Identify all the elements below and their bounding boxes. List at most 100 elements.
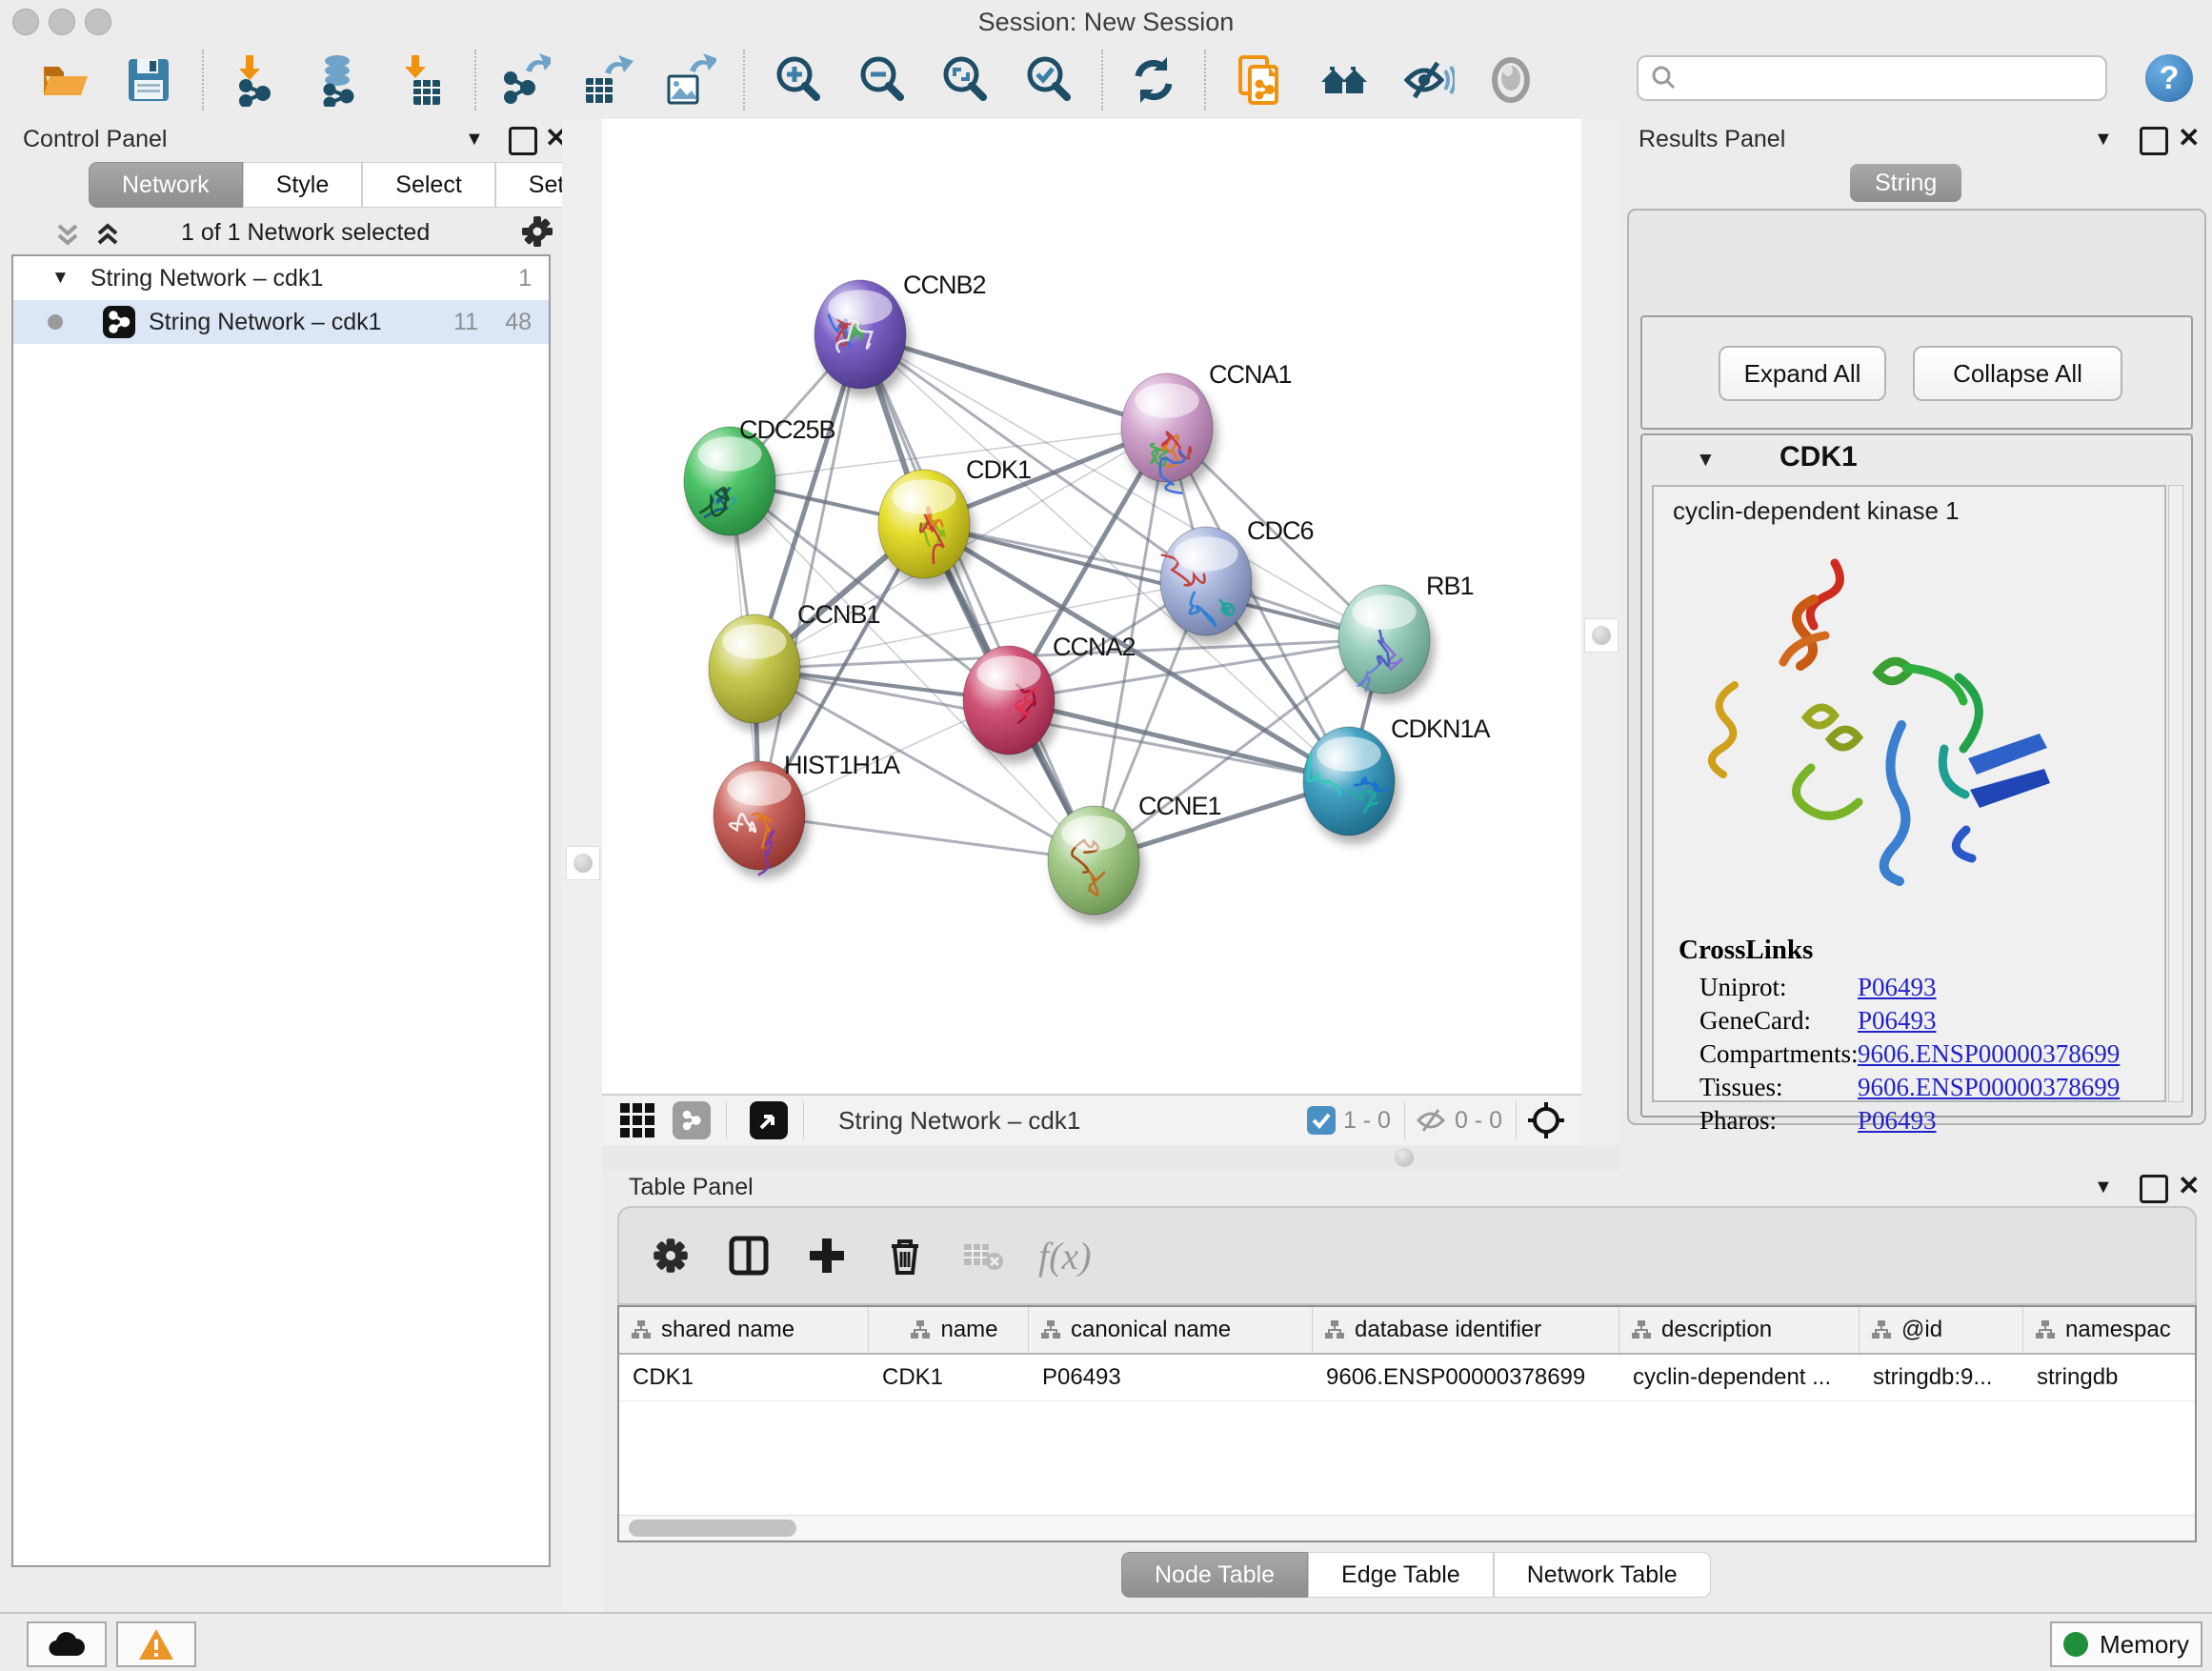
toggle-graphics-details-icon[interactable] [1484,53,1538,107]
import-table-file-icon[interactable] [396,53,450,107]
memory-button[interactable]: Memory [2050,1621,2202,1667]
svg-text:CCNB2: CCNB2 [903,271,986,299]
view-title: String Network – cdk1 [838,1106,1080,1136]
export-table-icon[interactable] [580,53,633,107]
memory-status-icon [2063,1632,2088,1657]
cell-description[interactable]: cyclin-dependent ... [1619,1355,1860,1400]
svg-text:CCNE1: CCNE1 [1138,792,1221,820]
tab-network[interactable]: Network [89,162,243,208]
export-network-icon[interactable] [497,53,551,107]
scrollbar-thumb[interactable] [629,1520,796,1537]
splitter-handle[interactable] [1584,618,1619,653]
tab-select[interactable]: Select [362,162,494,208]
table-horizontal-scrollbar[interactable] [619,1515,2195,1540]
refresh-icon[interactable] [1127,53,1180,107]
tab-node-table[interactable]: Node Table [1121,1552,1308,1598]
open-in-cybrowser-icon[interactable] [1233,53,1286,107]
crosslink-uniprot[interactable]: P06493 [1858,973,1937,1002]
cell-id[interactable]: stringdb:9... [1860,1355,2023,1400]
hide-selected-icon[interactable] [1401,53,1455,107]
tab-network-table[interactable]: Network Table [1494,1552,1711,1598]
table-panel-float-icon[interactable] [2140,1175,2168,1203]
left-splitter[interactable] [562,119,602,1612]
detach-view-icon[interactable] [750,1101,788,1139]
window-title: Session: New Session [0,8,2212,37]
cell-namespace[interactable]: stringdb [2023,1355,2195,1400]
node-table: shared name name canonical name database… [617,1305,2197,1542]
results-panel-float-icon[interactable] [2140,127,2168,155]
column-header[interactable]: description [1619,1307,1860,1353]
zoom-selected-icon[interactable] [1022,53,1076,107]
apply-function-icon[interactable]: f(x) [1038,1229,1092,1282]
control-panel-tabs: Network Style Select Sets [89,162,610,208]
network-selection-status: 1 of 1 Network selected [181,219,430,247]
delete-column-icon[interactable] [878,1229,932,1282]
splitter-handle[interactable] [1395,1148,1414,1167]
cloud-button[interactable] [27,1621,107,1667]
crosslink-compartments[interactable]: 9606.ENSP00000378699 [1858,1039,2120,1069]
results-panel-close-icon[interactable]: ✕ [2178,127,2200,150]
crosslink-pharos[interactable]: P06493 [1858,1106,1937,1136]
control-panel-float-icon[interactable] [509,127,537,155]
results-scrollbar[interactable] [2168,485,2183,1102]
import-network-file-icon[interactable] [231,53,284,107]
tree-expander-icon[interactable]: ▼ [51,268,70,289]
expand-all-networks-icon[interactable] [93,220,122,249]
show-columns-icon[interactable] [722,1229,775,1282]
expand-all-button[interactable]: Expand All [1719,346,1886,401]
tab-edge-table[interactable]: Edge Table [1308,1552,1494,1598]
collapse-all-button[interactable]: Collapse All [1913,346,2122,401]
network-row[interactable]: String Network – cdk1 11 48 [13,300,549,344]
table-panel-close-icon[interactable]: ✕ [2178,1175,2200,1198]
zoom-out-icon[interactable] [855,53,909,107]
splitter-handle[interactable] [566,846,600,880]
svg-text:CCNA1: CCNA1 [1209,360,1292,389]
column-header[interactable]: @id [1860,1307,2023,1353]
column-header[interactable]: shared name [619,1307,869,1353]
selected-checkbox-icon[interactable] [1307,1106,1336,1135]
table-row[interactable]: CDK1 CDK1 P06493 9606.ENSP00000378699 cy… [619,1355,2195,1401]
fit-selected-target-icon[interactable] [1526,1100,1566,1140]
warnings-button[interactable] [116,1621,196,1667]
column-header[interactable]: database identifier [1313,1307,1619,1353]
collapse-all-networks-icon[interactable] [53,220,82,249]
zoom-fit-icon[interactable] [938,53,992,107]
control-panel-collapse-icon[interactable]: ▼ [465,129,484,151]
cell-database-identifier[interactable]: 9606.ENSP00000378699 [1313,1355,1619,1400]
status-bar: Memory [0,1612,2212,1671]
table-panel-title: Table Panel [629,1174,754,1201]
cell-name[interactable]: CDK1 [869,1355,1029,1400]
column-header[interactable]: canonical name [1029,1307,1313,1353]
tab-string[interactable]: String [1850,164,1961,202]
network-overview-icon[interactable] [673,1101,711,1139]
network-panel-gear-icon[interactable] [520,214,554,249]
column-header[interactable]: namespac [2023,1307,2195,1353]
cell-shared-name[interactable]: CDK1 [619,1355,869,1400]
birdseye-grid-icon[interactable] [619,1102,655,1138]
search-input[interactable] [1679,64,2082,92]
zoom-in-icon[interactable] [772,53,825,107]
network-canvas[interactable]: CCNB2CCNA1CDC25BCDK1CDC6RB1CCNB1CCNA2CDK… [602,119,1581,1094]
cell-canonical-name[interactable]: P06493 [1029,1355,1313,1400]
add-column-icon[interactable] [800,1229,854,1282]
import-network-database-icon[interactable] [312,53,366,107]
help-button[interactable]: ? [2145,54,2193,102]
crosslink-genecard[interactable]: P06493 [1858,1006,1937,1036]
gene-expander-icon[interactable]: ▼ [1696,449,1716,472]
export-image-icon[interactable] [663,53,716,107]
network-tree: ▼ String Network – cdk1 1 String Network… [11,254,551,1567]
main-toolbar: ? [0,42,2212,121]
crosslink-tissues[interactable]: 9606.ENSP00000378699 [1858,1073,2120,1102]
save-session-icon[interactable] [122,53,175,107]
delete-table-icon[interactable] [956,1229,1010,1282]
network-graph[interactable]: CCNB2CCNA1CDC25BCDK1CDC6RB1CCNB1CCNA2CDK… [602,119,1581,1094]
show-home-icon[interactable] [1317,53,1371,107]
network-collection-row[interactable]: ▼ String Network – cdk1 1 [13,256,549,300]
table-panel-collapse-icon[interactable]: ▼ [2094,1177,2113,1198]
column-header[interactable]: name [869,1307,1029,1353]
open-file-icon[interactable] [38,53,91,107]
table-settings-gear-icon[interactable] [644,1229,697,1282]
tab-style[interactable]: Style [243,162,363,208]
cytoscape-window: Session: New Session [0,0,2212,1671]
results-panel-collapse-icon[interactable]: ▼ [2094,129,2113,151]
